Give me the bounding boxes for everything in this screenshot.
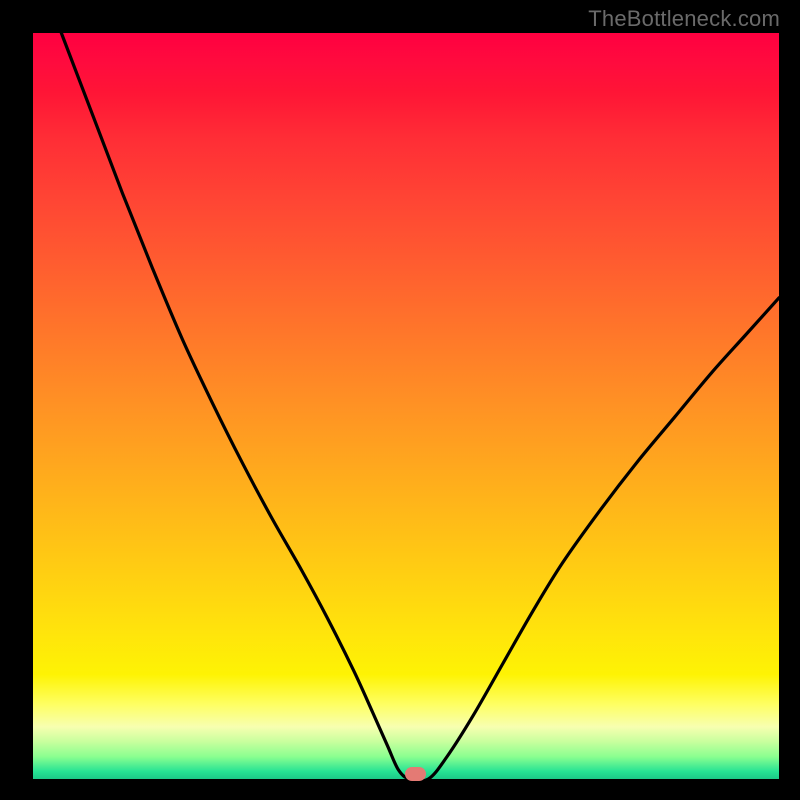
optimal-marker	[405, 767, 426, 781]
bottleneck-curve	[33, 33, 779, 779]
plot-area	[33, 33, 779, 779]
watermark-text: TheBottleneck.com	[588, 6, 780, 32]
chart-frame: TheBottleneck.com	[0, 0, 800, 800]
